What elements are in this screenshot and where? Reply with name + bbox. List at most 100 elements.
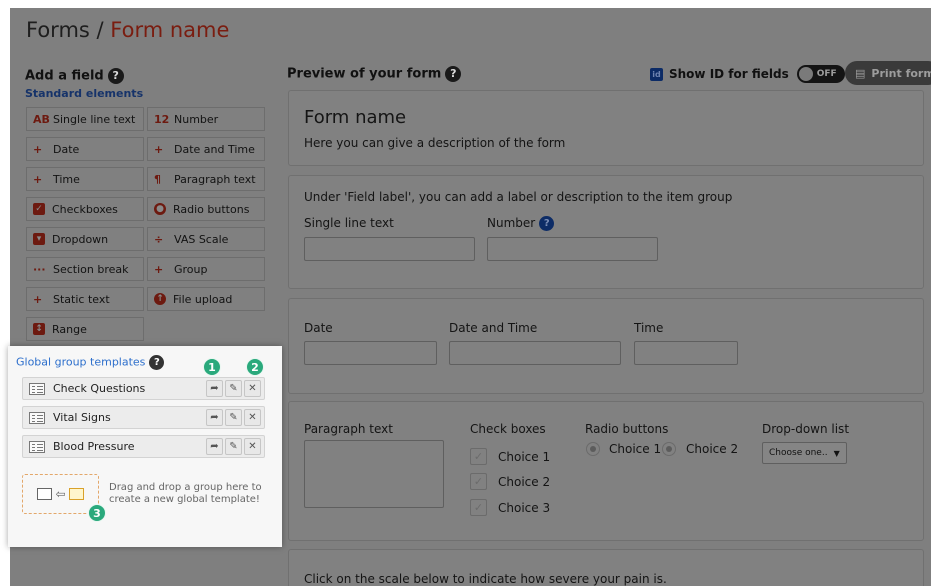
button-label: Date and Time [174, 142, 255, 156]
time-input[interactable] [634, 341, 738, 365]
share-icon[interactable]: ➦ [206, 409, 223, 426]
add-paragraph-text-button[interactable]: ¶ Paragraph text [147, 167, 265, 191]
edit-icon[interactable]: ✎ [225, 409, 242, 426]
template-icon [29, 382, 45, 395]
drop-instructions: Drag and drop a group here to create a n… [109, 482, 262, 506]
radio-choice-label: Choice 2 [686, 442, 739, 456]
template-actions: ➦ ✎ ✕ [206, 438, 261, 455]
dropdown-label: Drop-down list [762, 422, 850, 436]
print-label: Print form [871, 66, 931, 80]
button-label: Time [53, 172, 80, 186]
checkbox-choice-1[interactable]: ✓ [470, 448, 487, 465]
section-break-icon: ··· [33, 262, 46, 276]
number-icon: 12 [154, 112, 170, 126]
add-date-button[interactable]: + Date [26, 137, 144, 161]
button-label: Paragraph text [174, 172, 256, 186]
add-field-heading: Add a field? [25, 68, 124, 84]
help-icon[interactable]: ? [539, 216, 555, 231]
paragraph-textarea[interactable] [304, 440, 444, 508]
drop-text-line: Drag and drop a group here to [109, 482, 262, 493]
help-icon[interactable]: ? [445, 66, 462, 82]
add-checkboxes-button[interactable]: ✓ Checkboxes [26, 197, 144, 221]
preview-title: Preview of your form [287, 66, 442, 82]
edit-icon[interactable]: ✎ [225, 438, 242, 455]
breadcrumb-forms[interactable]: Forms [26, 18, 90, 42]
add-vas-scale-button[interactable]: ÷ VAS Scale [147, 227, 265, 251]
button-label: Radio buttons [173, 202, 250, 216]
single-line-input[interactable] [304, 237, 475, 261]
dropdown-icon: ▾ [33, 233, 45, 245]
group-icon [37, 488, 53, 500]
radio-icon: ● [154, 203, 166, 215]
add-number-button[interactable]: 12 Number [147, 107, 265, 131]
checkbox-choice-label: Choice 3 [498, 501, 551, 515]
add-file-upload-button[interactable]: ↑ File upload [147, 287, 265, 311]
button-label: Checkboxes [52, 202, 118, 216]
date-time-input[interactable] [449, 341, 621, 365]
add-dropdown-button[interactable]: ▾ Dropdown [26, 227, 144, 251]
add-radio-buttons-button[interactable]: ● Radio buttons [147, 197, 265, 221]
add-static-text-button[interactable]: + Static text [26, 287, 144, 311]
template-item[interactable]: Check Questions ➦ ✎ ✕ [22, 377, 265, 400]
scale-icon: ÷ [154, 232, 164, 246]
callout-badge-2: 2 [246, 358, 264, 376]
close-icon[interactable]: ✕ [244, 380, 261, 397]
form-title: Form name [304, 107, 407, 128]
template-item[interactable]: Vital Signs ➦ ✎ ✕ [22, 406, 265, 429]
show-id-toggle[interactable]: OFF [796, 65, 845, 83]
button-label: Section break [53, 262, 129, 276]
help-icon[interactable]: ? [107, 68, 124, 84]
date-time-label: Date and Time [449, 321, 538, 335]
share-icon[interactable]: ➦ [206, 438, 223, 455]
add-date-and-time-button[interactable]: + Date and Time [147, 137, 265, 161]
standard-elements-label[interactable]: Standard elements [25, 87, 143, 100]
template-name: Check Questions [53, 382, 146, 395]
template-drop-zone[interactable]: ⇦ [22, 474, 99, 514]
checkbox-choice-label: Choice 1 [498, 450, 551, 464]
date-input[interactable] [304, 341, 437, 365]
text-field-icon: AB [33, 112, 50, 126]
scale-card[interactable]: Click on the scale below to indicate how… [288, 549, 924, 586]
add-single-line-text-button[interactable]: AB Single line text [26, 107, 144, 131]
date-label: Date [304, 321, 333, 335]
print-form-button[interactable]: ▤ Print form [845, 61, 931, 85]
close-icon[interactable]: ✕ [244, 438, 261, 455]
radio-choice-1[interactable] [586, 442, 600, 456]
checkbox-choice-3[interactable]: ✓ [470, 499, 487, 516]
radio-choice-label: Choice 1 [609, 442, 662, 456]
add-section-break-button[interactable]: ··· Section break [26, 257, 144, 281]
plus-icon: + [154, 142, 164, 156]
form-header-card[interactable]: Form name Here you can give a descriptio… [288, 90, 924, 166]
global-templates-title[interactable]: Global group templates [16, 356, 145, 369]
help-icon[interactable]: ? [149, 355, 165, 370]
preview-heading: Preview of your form? [287, 66, 462, 82]
button-label: Number [174, 112, 219, 126]
add-group-button[interactable]: + Group [147, 257, 265, 281]
button-label: Static text [53, 292, 110, 306]
button-label: Group [174, 262, 208, 276]
share-icon[interactable]: ➦ [206, 380, 223, 397]
show-id-label: Show ID for fields [669, 67, 789, 81]
add-time-button[interactable]: + Time [26, 167, 144, 191]
caret-down-icon: ▼ [833, 448, 840, 458]
date-card[interactable]: Date Date and Time Time [288, 298, 924, 394]
number-input[interactable] [487, 237, 658, 261]
plus-icon: + [154, 262, 164, 276]
choices-card[interactable]: Paragraph text Check boxes ✓ Choice 1 ✓ … [288, 401, 924, 541]
global-templates-panel: Global group templates? Check Questions … [8, 346, 282, 547]
add-range-button[interactable]: ↕ Range [26, 317, 144, 341]
checkbox-choice-2[interactable]: ✓ [470, 473, 487, 490]
template-actions: ➦ ✎ ✕ [206, 409, 261, 426]
scale-note: Click on the scale below to indicate how… [304, 572, 667, 586]
button-label: Dropdown [52, 232, 109, 246]
plus-icon: + [33, 142, 43, 156]
group-card[interactable]: Under 'Field label', you can add a label… [288, 175, 924, 289]
radio-choice-2[interactable] [662, 442, 676, 456]
template-item[interactable]: Blood Pressure ➦ ✎ ✕ [22, 435, 265, 458]
close-icon[interactable]: ✕ [244, 409, 261, 426]
dropdown-select[interactable]: Choose one.. ▼ [762, 442, 847, 464]
template-icon [29, 440, 45, 453]
checkbox-icon: ✓ [33, 203, 45, 215]
plus-icon: + [33, 172, 43, 186]
edit-icon[interactable]: ✎ [225, 380, 242, 397]
